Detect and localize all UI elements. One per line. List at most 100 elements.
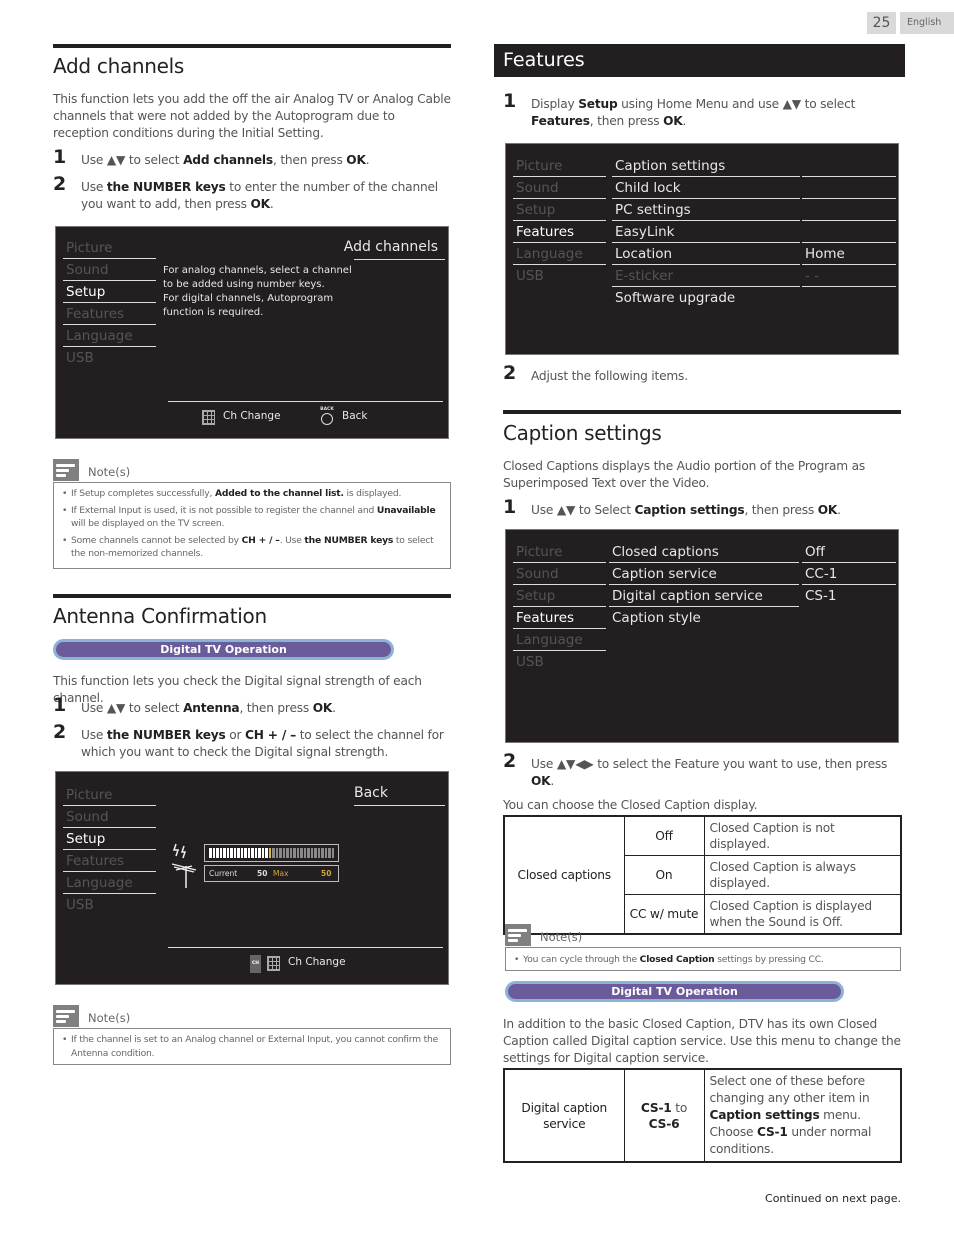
table-cell-option: On (623, 855, 705, 895)
tv-menu-language: Language (513, 243, 606, 265)
signal-bar (289, 848, 292, 858)
signal-bar (310, 848, 313, 858)
signal-bar (331, 848, 334, 858)
table-cell-item: Digital caption service (503, 1068, 625, 1163)
signal-bar (216, 848, 219, 858)
signal-bar (324, 848, 327, 858)
tv-items: Caption settings Child lock PC settings … (612, 155, 800, 309)
tv-item-easylink: EasyLink (612, 221, 800, 243)
signal-bar (279, 848, 282, 858)
current-label: Current (209, 869, 238, 878)
tv-screen-antenna: Picture Sound Setup Features Language US… (55, 771, 449, 985)
tv-item-caption-style: Caption style (612, 610, 701, 626)
tv-side-menu: Picture Sound Setup Features Language US… (63, 784, 156, 916)
signal-bar (307, 848, 310, 858)
features-step-1: 1 Display Setup using Home Menu and use … (503, 90, 856, 129)
note-item: You can cycle through the Closed Caption… (514, 953, 892, 967)
tv-value-digital-caption-service: CS-1 (805, 588, 837, 604)
signal-bar (258, 848, 261, 858)
tv-menu-language: Language (63, 872, 156, 894)
signal-bar (226, 848, 229, 858)
notes-icon (505, 924, 531, 946)
tv-item-child-lock: Child lock (612, 177, 800, 199)
tv-menu-setup: Setup (513, 585, 606, 607)
back-label: Back (342, 410, 368, 422)
signal-bar (230, 848, 233, 858)
section-rule (53, 594, 451, 598)
signal-bar (328, 848, 331, 858)
signal-bar (286, 848, 289, 858)
tv-screen-add-channels: Picture Sound Setup Features Language US… (55, 226, 449, 439)
signal-bar (293, 848, 296, 858)
tv-header-line (354, 805, 445, 806)
add-channels-intro: This function lets you add the off the a… (53, 92, 451, 140)
digital-caption-service-table: Digital caption service CS-1 to CS-6 Sel… (503, 1068, 902, 1163)
table-cell-option: Off (623, 815, 705, 856)
tv-menu-usb: USB (516, 268, 544, 284)
signal-bar (282, 848, 285, 858)
keypad-icon (202, 410, 215, 425)
digital-tv-operation-badge: Digital TV Operation (53, 639, 394, 660)
signal-bar (272, 848, 275, 858)
tv-side-menu: Picture Sound Setup Features Language US… (513, 541, 606, 673)
tv-screen-caption: Picture Sound Setup Features Language US… (505, 529, 899, 743)
note-item: If the channel is set to an Analog chann… (62, 1033, 442, 1060)
signal-bar (296, 848, 299, 858)
signal-bar (244, 848, 247, 858)
tv-menu-language: Language (513, 629, 606, 651)
step-number: 1 (53, 146, 67, 168)
table-cell-desc: Closed Caption is not displayed. (703, 815, 902, 856)
caption-step-1: 1 Use ▲▼ to Select Caption settings, the… (503, 496, 841, 518)
signal-bar (303, 848, 306, 858)
tv-item-caption-settings: Caption settings (612, 155, 800, 177)
caption-step-2: 2 Use ▲▼◀▶ to select the Feature you wan… (503, 750, 888, 789)
table-cell-desc: Closed Caption is displayed when the Sou… (703, 894, 902, 935)
tv-menu-sound: Sound (63, 806, 156, 828)
signal-bar (268, 848, 271, 858)
notes-header: Note(s) (53, 459, 253, 481)
caption-settings-title: Caption settings (503, 421, 662, 445)
tv-screen-features: Picture Sound Setup Features Language US… (505, 143, 899, 355)
tv-item-caption-service: Caption service (609, 563, 799, 585)
continued-note: Continued on next page. (765, 1192, 901, 1205)
tv-values: Home - - (802, 155, 896, 287)
add-channels-step-1: 1 Use ▲▼ to select Add channels, then pr… (53, 146, 370, 168)
tv-header: Back (354, 785, 388, 801)
tv-value-closed-captions: Off (802, 541, 896, 563)
max-label: Max (273, 869, 289, 878)
tv-side-menu: Picture Sound Setup Features Language US… (63, 237, 156, 369)
signal-bar (275, 848, 278, 858)
tv-value (802, 199, 896, 221)
signal-bar (300, 848, 303, 858)
signal-bar (265, 848, 268, 858)
section-rule (503, 410, 901, 414)
signal-bar (223, 848, 226, 858)
table-cell-item: Closed captions (503, 815, 625, 935)
signal-bar (321, 848, 324, 858)
tv-value (802, 221, 896, 243)
tv-item-location: Location (612, 243, 800, 265)
tv-menu-sound: Sound (513, 563, 606, 585)
tv-value (802, 155, 896, 177)
signal-bar (317, 848, 320, 858)
notes-box: If the channel is set to an Analog chann… (53, 1028, 451, 1065)
tv-menu-usb: USB (66, 897, 94, 913)
page-language: English (900, 12, 954, 34)
add-channels-title: Add channels (53, 54, 185, 78)
antenna-icon (171, 843, 197, 888)
features-step-2: 2 Adjust the following items. (503, 362, 688, 384)
tv-side-menu: Picture Sound Setup Features Language US… (513, 155, 606, 287)
tv-menu-features: Features (513, 221, 606, 243)
section-rule (53, 44, 451, 48)
tv-item-digital-caption-service: Digital caption service (609, 585, 799, 607)
max-value: 50 (321, 869, 332, 878)
antenna-title: Antenna Confirmation (53, 604, 267, 628)
signal-bar (240, 848, 243, 858)
features-title-bar: Features (494, 44, 905, 77)
antenna-step-2: 2 Use the NUMBER keys or CH + / – to sel… (53, 721, 444, 760)
signal-readout: Current 50 Max 50 (204, 865, 339, 882)
signal-meter (204, 844, 339, 862)
signal-bar (209, 848, 212, 858)
tv-menu-picture: Picture (513, 155, 606, 177)
table-row: Digital caption service CS-1 to CS-6 Sel… (503, 1068, 902, 1163)
